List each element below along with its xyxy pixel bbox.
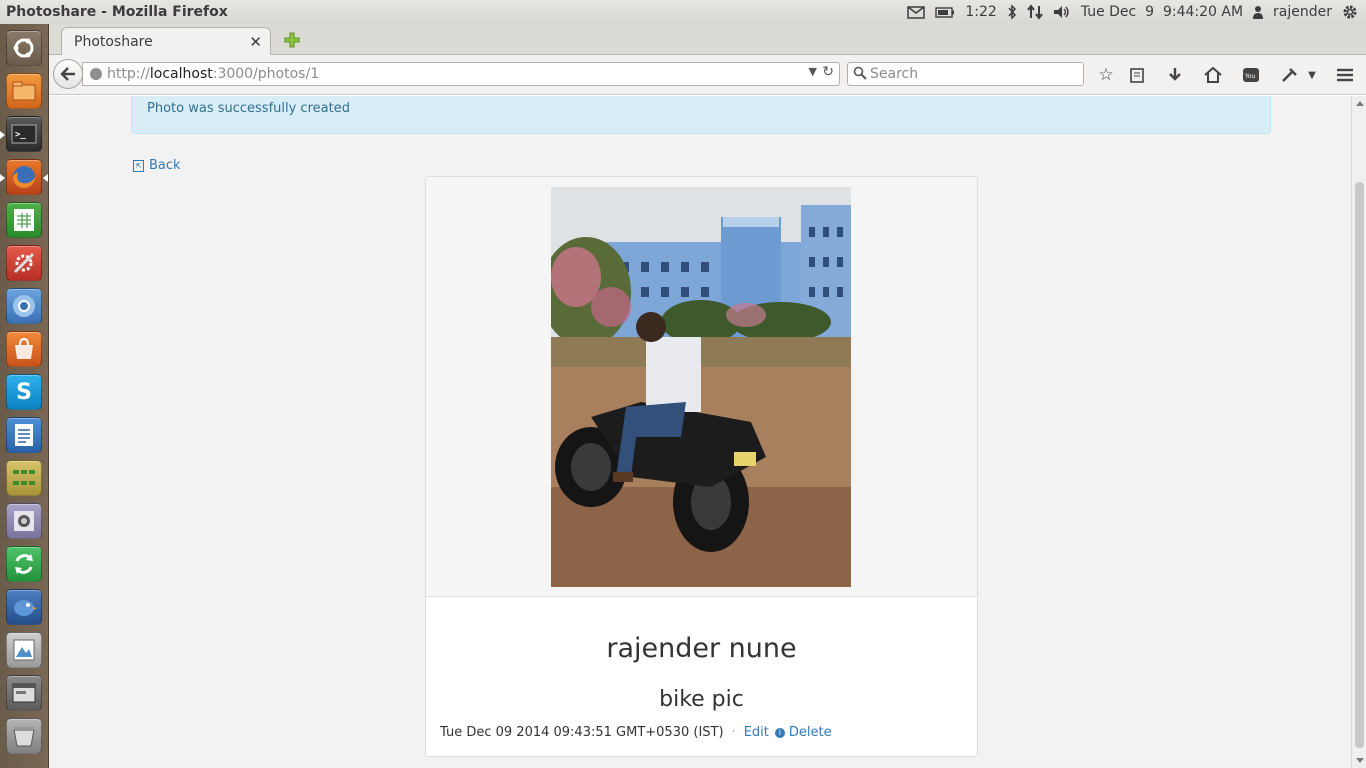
search-input[interactable]: Search — [847, 62, 1084, 86]
photo-frame — [426, 177, 977, 597]
delete-link[interactable]: Delete — [789, 725, 832, 740]
panel-indicators: 1:22 Tue Dec 9 9:44:20 AM rajender — [907, 3, 1366, 21]
svg-text:>_: >_ — [15, 130, 26, 140]
photo-author: rajender nune — [606, 633, 797, 664]
flash-notice-text: Photo was successfully created — [147, 101, 350, 116]
photo-timestamp: Tue Dec 09 2014 09:43:51 GMT+0530 (IST) — [440, 725, 724, 740]
tab-title: Photoshare — [74, 34, 153, 50]
chromium-icon[interactable] — [6, 288, 42, 324]
downloads-icon[interactable] — [1164, 64, 1186, 86]
running-indicator — [0, 131, 5, 139]
top-panel: Photoshare - Mozilla Firefox 1:22 Tue De… — [0, 0, 1366, 24]
bluetooth-icon[interactable] — [1007, 3, 1017, 21]
user-icon[interactable] — [1253, 3, 1264, 21]
firefox-icon[interactable] — [6, 159, 42, 195]
spreadsheet-icon[interactable] — [6, 202, 42, 238]
battery-time[interactable]: 1:22 — [965, 4, 996, 20]
backup-icon[interactable] — [6, 546, 42, 582]
extension-dropdown-icon[interactable]: ▼ — [1301, 64, 1323, 86]
page-viewport: Photo was successfully created ⇱ Back ra… — [49, 96, 1351, 768]
youtube-icon[interactable]: You — [1240, 64, 1262, 86]
battery-icon[interactable] — [935, 3, 955, 21]
url-path: :3000/photos/1 — [212, 66, 320, 82]
globe-icon — [90, 68, 102, 80]
launcher: >_ S — [0, 24, 49, 768]
home-icon[interactable] — [1202, 64, 1224, 86]
window-app-icon[interactable] — [6, 675, 42, 711]
vertical-scrollbar[interactable] — [1351, 96, 1366, 768]
firefox-window: Photoshare ✕ http://localhost:3000/photo… — [49, 24, 1366, 768]
settings-icon[interactable] — [6, 245, 42, 281]
workspaces-icon[interactable] — [6, 460, 42, 496]
network-icon[interactable] — [1026, 3, 1043, 21]
edit-link[interactable]: Edit — [744, 725, 769, 740]
info-icon: i — [774, 727, 785, 738]
photo-caption: bike pic — [659, 687, 744, 712]
close-tab-icon[interactable]: ✕ — [249, 33, 262, 51]
reading-list-icon[interactable] — [1126, 64, 1148, 86]
photo-image[interactable] — [551, 187, 851, 587]
back-link-icon: ⇱ — [133, 159, 144, 172]
menu-icon[interactable] — [1334, 64, 1356, 86]
photo-card: rajender nune bike pic Tue Dec 09 2014 0… — [425, 176, 978, 757]
back-link-label[interactable]: Back — [149, 158, 181, 173]
user-name[interactable]: rajender — [1273, 4, 1332, 20]
writer-icon[interactable] — [6, 417, 42, 453]
running-indicator — [0, 174, 5, 182]
photo-meta: Tue Dec 09 2014 09:43:51 GMT+0530 (IST) … — [440, 725, 832, 740]
focused-indicator — [43, 174, 48, 182]
gear-icon[interactable] — [1342, 3, 1358, 21]
skype-icon[interactable]: S — [6, 374, 42, 410]
software-center-icon[interactable] — [6, 331, 42, 367]
new-tab-icon[interactable] — [283, 31, 301, 49]
search-icon — [853, 66, 867, 84]
back-link[interactable]: ⇱ Back — [133, 158, 181, 173]
bird-app-icon[interactable] — [6, 589, 42, 625]
url-bar[interactable]: http://localhost:3000/photos/1 ▼ ↻ — [82, 62, 840, 86]
reload-icon[interactable]: ↻ — [822, 64, 834, 80]
image-viewer-icon[interactable] — [6, 632, 42, 668]
window-title: Photoshare - Mozilla Firefox — [6, 4, 228, 20]
url-dropdown-icon[interactable]: ▼ — [809, 65, 817, 78]
svg-text:You: You — [1244, 73, 1256, 80]
scroll-down-icon[interactable] — [1356, 758, 1364, 763]
dash-home-icon[interactable] — [6, 30, 42, 66]
bookmark-star-icon[interactable]: ☆ — [1095, 64, 1117, 86]
extension-icon[interactable] — [1278, 64, 1300, 86]
navigation-bar: http://localhost:3000/photos/1 ▼ ↻ Searc… — [49, 55, 1366, 95]
mail-icon[interactable] — [907, 3, 926, 21]
files-icon[interactable] — [6, 73, 42, 109]
trash-icon[interactable] — [6, 718, 42, 754]
volume-icon[interactable] — [1053, 3, 1071, 21]
tab-photoshare[interactable]: Photoshare ✕ — [61, 27, 271, 56]
webcam-icon[interactable] — [6, 503, 42, 539]
terminal-icon[interactable]: >_ — [6, 116, 42, 152]
url-scheme: http:// — [107, 66, 150, 82]
meta-separator: · — [731, 725, 736, 740]
search-placeholder: Search — [870, 66, 919, 82]
back-button[interactable] — [53, 59, 83, 89]
scrollbar-thumb[interactable] — [1355, 182, 1364, 748]
url-host: localhost — [149, 66, 213, 82]
scroll-up-icon[interactable] — [1356, 101, 1364, 106]
flash-notice: Photo was successfully created — [131, 96, 1271, 134]
clock[interactable]: Tue Dec 9 9:44:20 AM — [1081, 4, 1243, 20]
tab-bar: Photoshare ✕ — [49, 24, 1366, 56]
